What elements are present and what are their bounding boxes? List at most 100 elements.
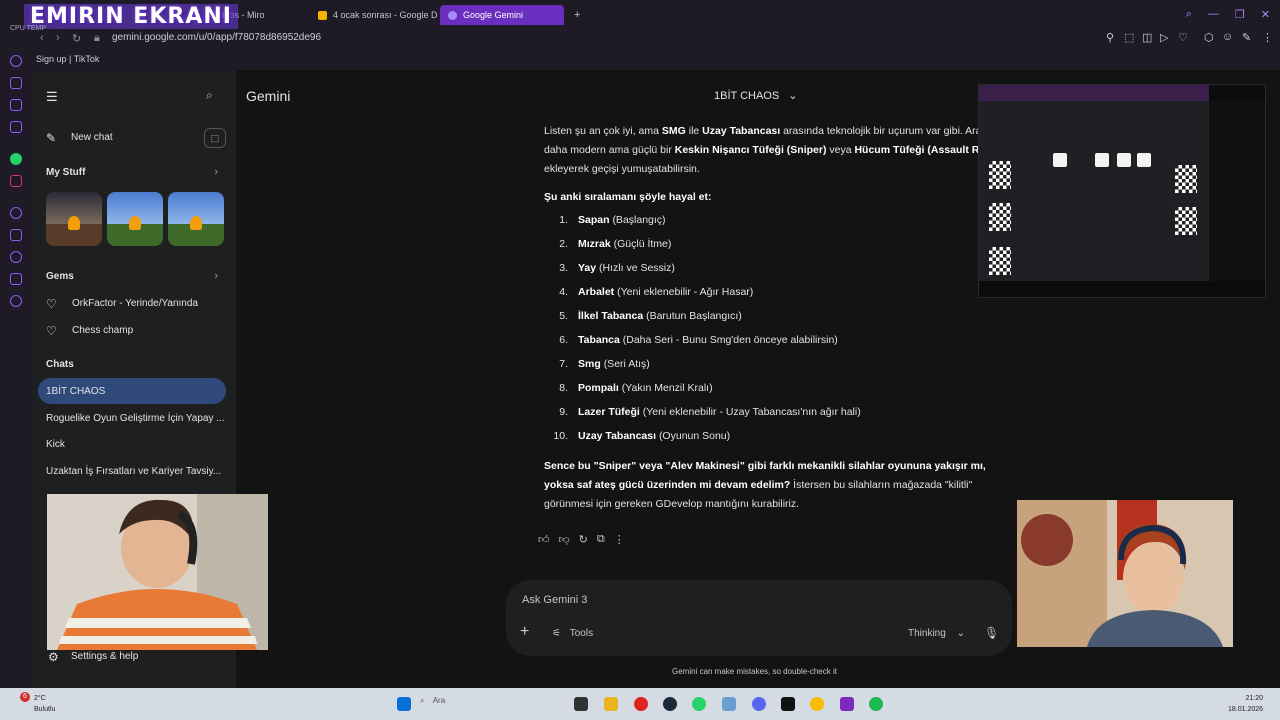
whatsapp-taskbar-icon[interactable] [692,697,706,711]
copy-icon[interactable]: ⧉ [597,533,605,546]
app-icon[interactable] [722,697,736,711]
chat-item[interactable]: Uzaktan İş Fırsatları ve Kariyer Tavsiy.… [46,466,221,477]
search-tabs-icon[interactable]: ⌕ [1186,8,1192,21]
player-rail-icon[interactable] [10,207,22,219]
pin-icon[interactable]: ⚲ [1106,31,1114,44]
list-item: 8. Pompalı (Yakın Menzil Kralı) [559,382,713,395]
notification-badge: 6 [20,692,30,702]
prompt-box: Ask Gemini 3 + ⚟ Tools Thinking ⌄ 🎙︎ [506,580,1012,656]
gamepad-rail-icon[interactable] [10,99,22,111]
cpu-temp-label: CPU TEMP [10,25,47,32]
refresh-rail-icon[interactable] [10,55,22,67]
stream-overlay-title: EMIRIN EKRANI [24,4,238,29]
browser-side-rail [0,52,32,688]
back-icon[interactable]: ‹ [40,32,44,44]
screenshot-icon[interactable]: ⬚ [1124,31,1134,44]
weapon-list: 1. Sapan (Başlangıç) 2. Mızrak (Güçlü İtme… [544,211,1004,451]
play-icon[interactable]: ▷ [1160,31,1168,44]
menu-icon[interactable]: ☰ [46,89,58,105]
menu-dots-icon[interactable]: ⋮ [1262,31,1273,44]
bookmark-tiktok[interactable]: Sign up | TikTok [36,54,99,64]
regenerate-icon[interactable]: ↻ [579,533,588,546]
tab-gemini[interactable]: Google Gemini [440,5,564,25]
profile-icon[interactable]: ☺ [1222,31,1233,43]
search-icon[interactable]: ⌕ [206,88,213,103]
heart-icon[interactable]: ♡ [1178,31,1188,44]
chat-item[interactable]: Roguelike Oyun Geliştirme İçin Yapay ... [46,413,225,424]
search-icon: ⌕ [420,696,425,705]
obs-icon[interactable] [840,697,854,711]
chats-header: Chats [46,359,74,370]
my-stuff-thumbnail[interactable] [168,192,224,246]
windows-start-icon[interactable] [397,697,411,711]
whatsapp-icon[interactable] [10,153,22,165]
intro-paragraph: Listen şu an çok iyi, ama SMG ile Uzay T… [544,125,998,175]
webcam-feed-right [1017,500,1233,647]
gem-item[interactable]: Chess champ [72,325,133,336]
url-field[interactable]: gemini.google.com/u/0/app/f78078d86952de… [112,32,321,43]
gem-item[interactable]: OrkFactor - Yerinde/Yanında [72,298,198,309]
edit-icon[interactable]: ✎ [1242,31,1251,44]
reload-icon[interactable]: ↻ [72,32,81,45]
camera-icon[interactable]: ◫ [1142,31,1152,44]
microphone-icon[interactable]: 🎙︎ [984,626,999,640]
list-item: 6. Tabanca (Daha Seri - Bunu Smg'den önce… [559,334,838,347]
steam-icon[interactable] [663,697,677,711]
forward-icon[interactable]: › [56,32,60,44]
disclaimer-text: Gemini can make mistakes, so double-chec… [672,667,837,676]
thumbs-down-icon[interactable]: 👎︎ [559,533,570,546]
gem-icon: ♡ [46,297,57,311]
settings-rail-icon[interactable] [10,295,22,307]
my-stuff-header[interactable]: My Stuff [46,167,85,178]
my-stuff-chevron-icon[interactable]: › [214,166,218,178]
gems-chevron-icon[interactable]: › [214,270,218,282]
task-view-icon[interactable] [574,697,588,711]
settings-icon: ⚙ [48,650,59,664]
temporary-chat-icon[interactable]: ⬚ [204,128,226,148]
add-attachment-icon[interactable]: + [520,623,529,641]
tools-button[interactable]: ⚟ Tools [552,628,593,639]
list-item: 4. Arbalet (Yeni eklenebilir - Ağır Hasar… [559,286,754,299]
my-stuff-thumbnail[interactable] [46,192,102,246]
new-chat-button[interactable]: New chat [71,132,113,143]
kick-icon[interactable] [781,697,795,711]
opera-icon[interactable] [634,697,648,711]
list-item: 3. Yay (Hızlı ve Sessiz) [559,262,675,275]
tab-google-drive[interactable]: 4 ocak sonrası - Google D [310,5,446,25]
maximize-icon[interactable]: ❐ [1235,8,1245,21]
chrome-icon[interactable] [810,697,824,711]
list-item: 10. Uzay Tabancası (Oyunun Sonu) [553,430,731,443]
chat-item[interactable]: 1BİT CHAOS [46,386,105,397]
minimize-icon[interactable]: — [1208,8,1219,21]
history-rail-icon[interactable] [10,251,22,263]
prompt-input[interactable]: Ask Gemini 3 [522,594,587,606]
bookmarks-bar [0,52,1280,70]
window-controls: ⌕ — ❐ ✕ [1186,8,1270,21]
notes-rail-icon[interactable] [10,121,22,133]
list-heading: Şu anki sıralamanı şöyle hayal et: [544,191,712,204]
discord-icon[interactable] [752,697,766,711]
model-mode-dropdown[interactable]: Thinking ⌄ [908,628,965,639]
thumbs-up-icon[interactable]: 👍︎ [538,533,550,546]
weather-widget[interactable]: 2°C Bulutlu [34,693,55,715]
settings-help-button[interactable]: Settings & help [71,651,138,662]
instagram-icon[interactable] [10,175,22,187]
embedded-screen-capture [978,84,1266,298]
my-stuff-thumbnail[interactable] [107,192,163,246]
more-options-icon[interactable]: ⋮ [614,533,625,546]
chat-item[interactable]: Kick [46,439,65,450]
taskbar-search[interactable]: ⌕ Ara [420,696,570,712]
file-explorer-icon[interactable] [604,697,618,711]
bookmark-rail-icon[interactable] [10,229,22,241]
messenger-rail-icon[interactable] [10,273,22,285]
taskbar-clock[interactable]: 21:20 18.01.2026 [1228,693,1263,715]
gems-header[interactable]: Gems [46,271,74,282]
chat-title-dropdown[interactable]: 1BİT CHAOS ⌄ [714,89,798,102]
list-item: 9. Lazer Tüfeği (Yeni eklenebilir - Uzay … [559,406,861,419]
store-rail-icon[interactable] [10,77,22,89]
spotify-icon[interactable] [869,697,883,711]
new-tab-button[interactable]: + [566,5,588,25]
extensions-icon[interactable]: ⬡ [1204,31,1214,44]
close-icon[interactable]: ✕ [1261,8,1270,21]
gem-icon: ♡ [46,324,57,338]
